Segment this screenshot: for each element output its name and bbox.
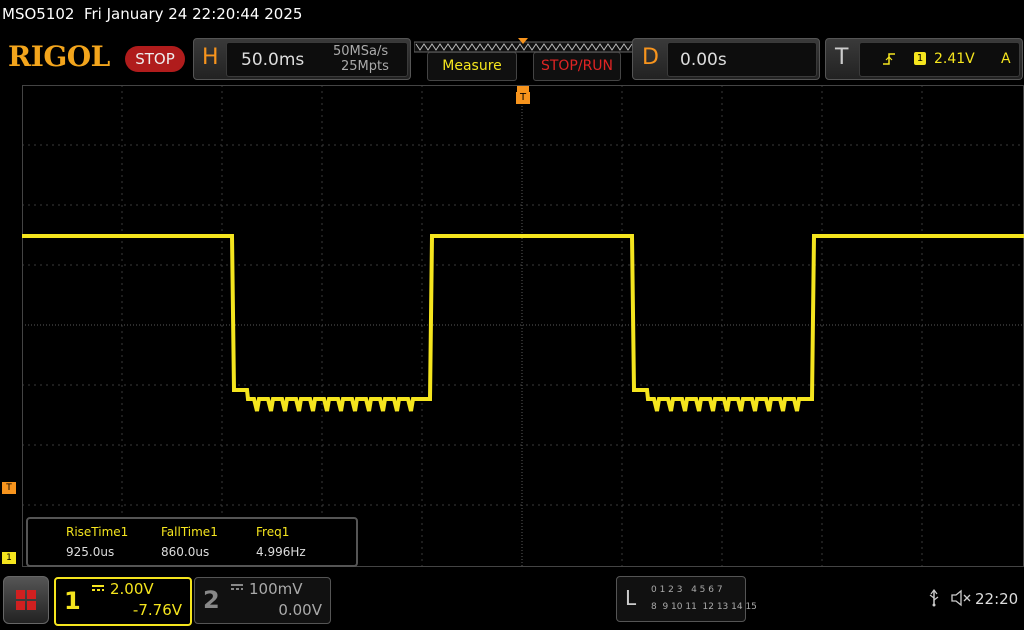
logic-channels-row1: 0 1 2 3 4 5 6 7 xyxy=(651,585,723,595)
grid-menu-icon xyxy=(16,590,36,610)
run-status-badge[interactable]: STOP xyxy=(125,46,185,72)
memory-overview-bar[interactable] xyxy=(413,38,635,53)
waveform-display[interactable]: T RiseTime1 925.0us FallTime1 860.0us Fr… xyxy=(22,85,1024,567)
channel1-panel[interactable]: 1 2.00V -7.76V xyxy=(54,577,192,626)
clock-time: 22:20 xyxy=(975,590,1019,608)
trigger-level-marker[interactable]: T xyxy=(2,482,16,494)
measure-value-falltime: 860.0us xyxy=(161,545,210,559)
graticule-and-trace xyxy=(22,85,1024,567)
horizontal-letter: H xyxy=(202,45,219,70)
trigger-time-marker[interactable]: T xyxy=(516,86,530,108)
trigger-source-badge: 1 xyxy=(914,52,926,65)
trigger-letter: T xyxy=(835,45,849,70)
trigger-readout: 1 2.41V A xyxy=(859,42,1020,77)
channel2-scale: 100mV xyxy=(249,580,303,598)
channel1-number: 1 xyxy=(64,587,81,615)
channel1-ground-marker[interactable]: 1 xyxy=(2,552,16,564)
measure-button[interactable]: Measure xyxy=(427,52,517,81)
trigger-panel[interactable]: T 1 2.41V A xyxy=(825,38,1023,80)
usb-icon xyxy=(928,589,940,607)
channel2-panel[interactable]: 2 100mV 0.00V xyxy=(194,577,331,624)
graticule-grid xyxy=(22,85,1024,567)
measurement-results-panel[interactable]: RiseTime1 925.0us FallTime1 860.0us Freq… xyxy=(26,517,358,567)
measure-name-freq: Freq1 xyxy=(256,525,290,539)
dc-coupling-icon xyxy=(92,585,104,593)
channel1-scale: 2.00V xyxy=(110,580,154,598)
trigger-level: 2.41V xyxy=(934,51,975,67)
window-title: MSO5102 Fri January 24 22:20:44 2025 xyxy=(2,5,303,23)
delay-letter: D xyxy=(642,45,659,70)
channel1-offset: -7.76V xyxy=(132,601,182,619)
measure-value-risetime: 925.0us xyxy=(66,545,115,559)
rising-edge-icon xyxy=(883,53,895,65)
memory-depth: 25Mpts xyxy=(341,59,389,74)
logic-panel[interactable]: L 0 1 2 3 4 5 6 7 8 9 10 11 12 13 14 15 xyxy=(616,576,757,622)
rigol-logo: RIGOL xyxy=(8,40,110,73)
sample-rate: 50MSa/s xyxy=(333,44,389,59)
delay-readout: 0.00s xyxy=(667,42,817,77)
trigger-mode: A xyxy=(1001,51,1011,67)
timebase-value: 50.0ms xyxy=(241,50,305,70)
speaker-muted-icon[interactable] xyxy=(950,589,972,607)
trigger-position-icon xyxy=(518,38,528,44)
channel2-number: 2 xyxy=(203,586,220,614)
stop-run-button[interactable]: STOP/RUN xyxy=(533,52,621,81)
channel2-offset: 0.00V xyxy=(278,601,322,619)
graticule-center-axes xyxy=(22,85,1024,567)
dc-coupling-icon xyxy=(231,584,243,592)
menu-button[interactable] xyxy=(3,576,49,624)
logic-letter: L xyxy=(625,586,637,610)
trigger-time-marker-label: T xyxy=(516,92,530,104)
logic-channels-row2: 8 9 10 11 12 13 14 15 xyxy=(651,602,757,612)
delay-panel[interactable]: D 0.00s xyxy=(632,38,820,80)
measure-value-freq: 4.996Hz xyxy=(256,545,306,559)
horizontal-panel[interactable]: H 50.0ms 50MSa/s 25Mpts xyxy=(193,38,411,80)
horizontal-readout: 50.0ms 50MSa/s 25Mpts xyxy=(226,42,408,77)
measure-name-risetime: RiseTime1 xyxy=(66,525,129,539)
graticule-border xyxy=(22,85,1024,567)
measure-name-falltime: FallTime1 xyxy=(161,525,218,539)
delay-value: 0.00s xyxy=(680,50,727,70)
